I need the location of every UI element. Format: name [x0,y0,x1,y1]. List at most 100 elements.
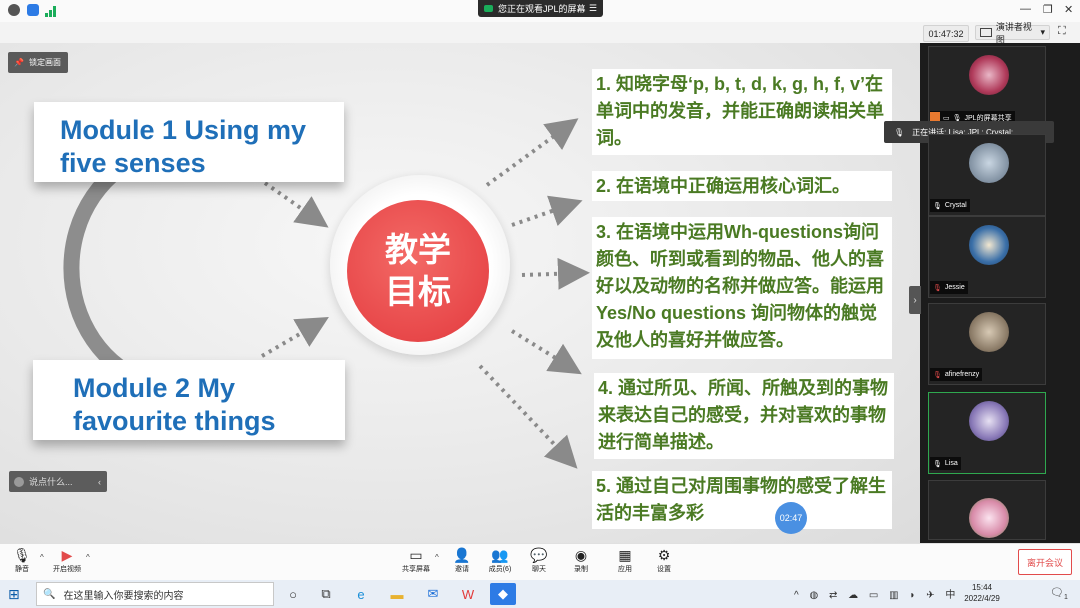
tray-icons[interactable]: ^ ◍ ⇄ ☁ ▭ ▥ ◗ ✈ [794,590,939,601]
video-off-icon: ▶ [61,547,73,563]
pin-icon: 📌 [14,58,24,67]
participant-tile[interactable]: 🎙 Crystal [928,134,1046,216]
avatar [969,225,1009,265]
viewing-banner-text: 您正在观看JPL的屏幕 [498,4,586,14]
menu-icon[interactable]: ☰ [589,3,597,14]
invite-label: 邀请 [455,566,469,573]
shared-screen: 📌 锁定画面 Module 1 Using my five senses Mod… [0,43,920,543]
add-user-icon: 👤 [453,547,471,563]
close-button[interactable]: ✕ [1064,3,1073,16]
taskbar-search-placeholder: 在这里输入你要搜索的内容 [63,590,184,602]
view-mode-label: 演讲者视图 [995,21,1032,45]
cortana-icon[interactable]: ○ [280,583,306,605]
search-icon: 🔍 [43,588,56,600]
countdown-badge[interactable]: 02:47 [775,502,807,534]
chevron-left-icon[interactable]: ‹ [98,477,101,487]
mute-label: 静音 [15,566,29,573]
module-1-box: Module 1 Using my five senses [34,102,344,182]
participant-tile[interactable]: 🎙 Lisa [928,392,1046,474]
chat-icon: 💬 [530,547,548,563]
avatar [969,401,1009,441]
gear-icon: ⚙ [657,547,671,563]
apps-button[interactable]: ▦ 应用 [605,546,645,574]
avatar [969,143,1009,183]
edge-browser-icon[interactable]: e [348,583,374,605]
leave-meeting-button[interactable]: 离开会议 [1018,549,1072,575]
participant-name: Jessie [944,284,965,291]
notification-icon[interactable]: 🗨1 [1050,586,1068,601]
apps-icon: ▦ [618,547,632,563]
shield-icon[interactable] [27,4,39,16]
comment-input[interactable]: 说点什么... ‹ [9,471,107,492]
mute-button[interactable]: 🎙 静音 [2,546,42,574]
layout-icon [980,28,992,37]
wps-icon[interactable]: W [455,583,481,605]
participant-name: afinefrenzy [944,371,980,378]
meeting-duration: 01:47:32 [923,25,969,42]
invite-button[interactable]: 👤 邀请 [442,546,482,574]
microphone-icon: 🎙 [933,202,942,210]
objective-1: 1. 知晓字母‘p, b, t, d, k, g, h, f, v’在单词中的发… [592,69,892,155]
participant-tile[interactable] [928,480,1046,540]
view-mode-button[interactable]: 演讲者视图 ▾ [975,22,1050,45]
avatar [969,498,1009,538]
record-button[interactable]: ◉ 录制 [561,546,601,574]
tencent-meeting-icon[interactable]: ◆ [490,583,516,605]
chevron-up-icon[interactable]: ^ [86,553,90,562]
microphone-icon: 🎙 [933,460,942,468]
members-icon: 👥 [491,547,509,563]
share-screen-button[interactable]: ▭ 共享屏幕 [396,546,436,574]
screen-share-icon [484,5,493,12]
chevron-up-icon[interactable]: ^ [40,553,44,562]
chevron-up-icon[interactable]: ^ [435,553,439,562]
participant-name: Lisa [944,460,958,467]
chat-button[interactable]: 💬 聊天 [519,546,559,574]
members-button[interactable]: 👥 成员(6) [480,546,520,574]
input-method-indicator[interactable]: 中 [945,590,959,601]
emoji-icon[interactable] [14,476,24,487]
viewing-screen-banner[interactable]: 您正在观看JPL的屏幕 ☰ [478,0,603,17]
taskbar-search-input[interactable]: 🔍 在这里输入你要搜索的内容 [36,582,274,606]
info-icon[interactable] [8,4,20,16]
avatar [969,312,1009,352]
video-button[interactable]: ▶ 开启视频 [47,546,87,574]
center-title-line1: 教学 [385,231,451,268]
taskbar-time: 15:44 [971,583,993,592]
share-screen-label: 共享屏幕 [402,566,430,573]
lock-screen-button[interactable]: 📌 锁定画面 [8,52,68,73]
settings-label: 设置 [657,566,671,573]
participant-tile[interactable]: ▭ 🎙 JPL的屏幕共享 [928,46,1046,128]
taskbar-clock[interactable]: 15:44 2022/4/29 [960,582,1004,604]
taskbar-date: 2022/4/29 [964,594,1000,603]
participant-namebar: 🎙 Lisa [930,457,961,470]
mic-muted-icon: 🎙 [933,371,942,379]
chevron-down-icon: ▾ [1040,27,1045,37]
participant-name: Crystal [944,202,967,209]
settings-button[interactable]: ⚙ 设置 [644,546,684,574]
participant-tile[interactable]: 🎙 Jessie [928,216,1046,298]
mic-muted-icon: 🎙 [933,284,942,292]
fullscreen-icon[interactable]: ⛶ [1058,25,1066,38]
avatar [969,55,1009,95]
microphone-icon: 🎙 [13,547,31,563]
participant-namebar: 🎙 Jessie [930,281,968,294]
teaching-goals-circle: 教学 目标 [347,200,489,342]
task-view-icon[interactable]: ⧉ [313,583,339,605]
meeting-toolbar [0,22,1080,44]
windows-start-icon[interactable]: ⊞ [8,586,20,603]
collapse-panel-icon[interactable]: › [909,286,921,314]
participant-namebar: 🎙 Crystal [930,199,970,212]
chat-label: 聊天 [532,566,546,573]
mail-icon[interactable]: ✉ [420,583,446,605]
participant-namebar: 🎙 afinefrenzy [930,368,983,381]
objective-5: 5. 通过自己对周围事物的感受了解生活的丰富多彩 [592,471,892,529]
participant-tile[interactable]: 🎙 afinefrenzy [928,303,1046,385]
system-tray[interactable]: ^ ◍ ⇄ ☁ ▭ ▥ ◗ ✈ 中 [794,586,959,601]
file-explorer-icon[interactable]: ▬ [384,583,410,605]
record-label: 录制 [574,566,588,573]
minimize-button[interactable]: — [1020,3,1031,15]
microphone-icon: 🎙 [894,127,905,137]
module-2-box: Module 2 My favourite things [33,360,345,440]
signal-icon[interactable] [45,4,57,17]
restore-button[interactable]: ❐ [1043,3,1053,16]
